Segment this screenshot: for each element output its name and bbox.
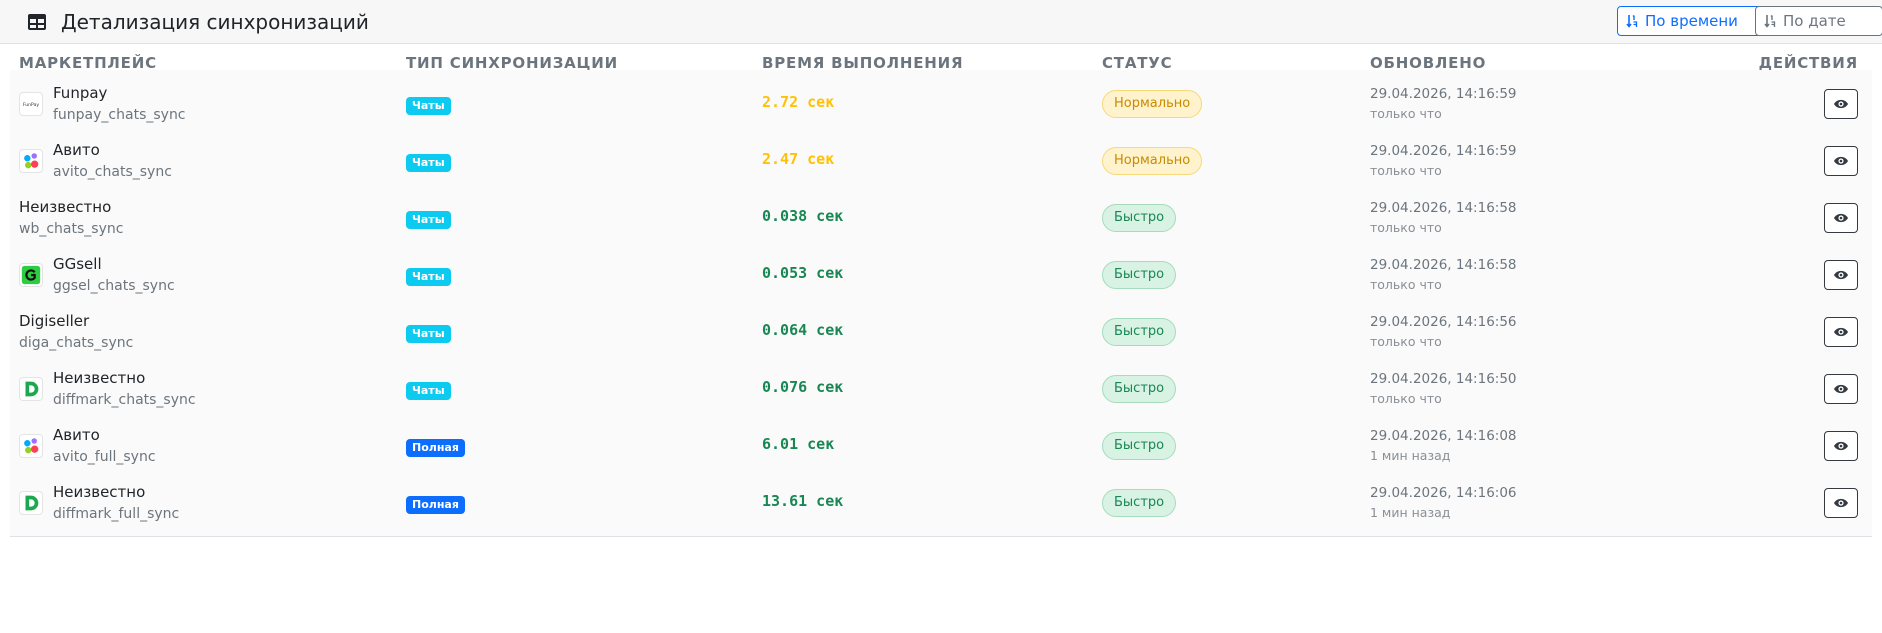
updated-relative: только что — [1370, 277, 1442, 292]
marketplace-name: Неизвестно — [53, 369, 146, 387]
view-button[interactable] — [1824, 89, 1858, 119]
status-badge: Быстро — [1102, 375, 1177, 403]
status-badge: Быстро — [1102, 489, 1177, 517]
updated-date: 29.04.2026, 14:16:08 — [1370, 428, 1517, 444]
duration-value: 13.61 сек — [762, 492, 844, 510]
eye-icon — [1834, 156, 1848, 166]
eye-icon — [1834, 99, 1848, 109]
sort-numeric-icon — [1626, 15, 1638, 28]
status-badge: Быстро — [1102, 318, 1177, 346]
marketplace-name: Авито — [53, 426, 100, 444]
eye-icon — [1834, 384, 1848, 394]
updated-relative: только что — [1370, 391, 1442, 406]
status-badge: Нормально — [1102, 90, 1203, 118]
ggsel-logo — [19, 263, 43, 287]
card-header: Детализация синхронизаций По времени По … — [0, 0, 1882, 44]
eye-icon — [1834, 441, 1848, 451]
duration-value: 0.038 сек — [762, 207, 844, 225]
view-button[interactable] — [1824, 260, 1858, 290]
eye-icon — [1834, 327, 1848, 337]
sync-code: avito_full_sync — [53, 449, 156, 465]
eye-icon — [1834, 270, 1848, 280]
sync-code: diffmark_chats_sync — [53, 392, 196, 408]
sync-type-badge: Чаты — [406, 97, 451, 115]
table-icon — [28, 14, 46, 30]
table-row: Неизвестно diffmark_full_sync Полная 13.61 … — [10, 469, 1872, 537]
view-button[interactable] — [1824, 317, 1858, 347]
sort-by-time-button[interactable]: По времени — [1617, 6, 1774, 36]
duration-value: 0.076 сек — [762, 378, 844, 396]
status-badge: Быстро — [1102, 432, 1177, 460]
eye-icon — [1834, 498, 1848, 508]
sort-by-time-label: По времени — [1645, 12, 1738, 30]
updated-date: 29.04.2026, 14:16:50 — [1370, 371, 1517, 387]
updated-relative: только что — [1370, 334, 1442, 349]
sync-type-badge: Чаты — [406, 325, 451, 343]
marketplace-name: Неизвестно — [53, 483, 146, 501]
sort-by-date-button[interactable]: По дате — [1755, 6, 1882, 36]
sync-type-badge: Чаты — [406, 154, 451, 172]
view-button[interactable] — [1824, 374, 1858, 404]
sync-type-badge: Чаты — [406, 211, 451, 229]
diffmark-logo — [19, 377, 43, 401]
sort-numeric-icon — [1764, 15, 1776, 28]
updated-relative: 1 мин назад — [1370, 505, 1451, 520]
duration-value: 2.47 сек — [762, 150, 835, 168]
sync-type-badge: Чаты — [406, 268, 451, 286]
sync-code: avito_chats_sync — [53, 164, 172, 180]
svg-text:FunPay: FunPay — [23, 102, 40, 108]
marketplace-name: Авито — [53, 141, 100, 159]
sync-code: diga_chats_sync — [19, 335, 134, 351]
sync-details-card: Детализация синхронизаций По времени По … — [0, 0, 1882, 633]
sync-code: diffmark_full_sync — [53, 506, 180, 522]
title-group: Детализация синхронизаций — [27, 8, 369, 36]
eye-icon — [1834, 213, 1848, 223]
page-title: Детализация синхронизаций — [61, 10, 369, 34]
sync-type-badge: Полная — [406, 496, 465, 514]
marketplace-name: Funpay — [53, 84, 108, 102]
duration-value: 0.053 сек — [762, 264, 844, 282]
status-badge: Быстро — [1102, 204, 1177, 232]
view-button[interactable] — [1824, 488, 1858, 518]
avito-logo — [19, 149, 43, 173]
funpay-logo: FunPay — [19, 92, 43, 116]
updated-date: 29.04.2026, 14:16:06 — [1370, 485, 1517, 501]
view-button[interactable] — [1824, 203, 1858, 233]
view-button[interactable] — [1824, 146, 1858, 176]
diffmark-logo — [19, 491, 43, 515]
updated-relative: 1 мин назад — [1370, 448, 1451, 463]
updated-date: 29.04.2026, 14:16:56 — [1370, 314, 1517, 330]
marketplace-name: Digiseller — [19, 312, 90, 330]
sync-type-badge: Чаты — [406, 382, 451, 400]
updated-date: 29.04.2026, 14:16:58 — [1370, 257, 1517, 273]
status-badge: Быстро — [1102, 261, 1177, 289]
duration-value: 6.01 сек — [762, 435, 835, 453]
avito-logo — [19, 434, 43, 458]
sort-by-date-label: По дате — [1783, 12, 1846, 30]
duration-value: 0.064 сек — [762, 321, 844, 339]
sync-code: ggsel_chats_sync — [53, 278, 175, 294]
view-button[interactable] — [1824, 431, 1858, 461]
marketplace-name: Неизвестно — [19, 198, 112, 216]
duration-value: 2.72 сек — [762, 93, 835, 111]
updated-date: 29.04.2026, 14:16:59 — [1370, 143, 1517, 159]
marketplace-name: GGsell — [53, 255, 102, 273]
updated-relative: только что — [1370, 106, 1442, 121]
updated-date: 29.04.2026, 14:16:58 — [1370, 200, 1517, 216]
status-badge: Нормально — [1102, 147, 1203, 175]
updated-relative: только что — [1370, 220, 1442, 235]
updated-relative: только что — [1370, 163, 1442, 178]
sync-code: wb_chats_sync — [19, 221, 124, 237]
sync-code: funpay_chats_sync — [53, 107, 186, 123]
sync-type-badge: Полная — [406, 439, 465, 457]
updated-date: 29.04.2026, 14:16:59 — [1370, 86, 1517, 102]
